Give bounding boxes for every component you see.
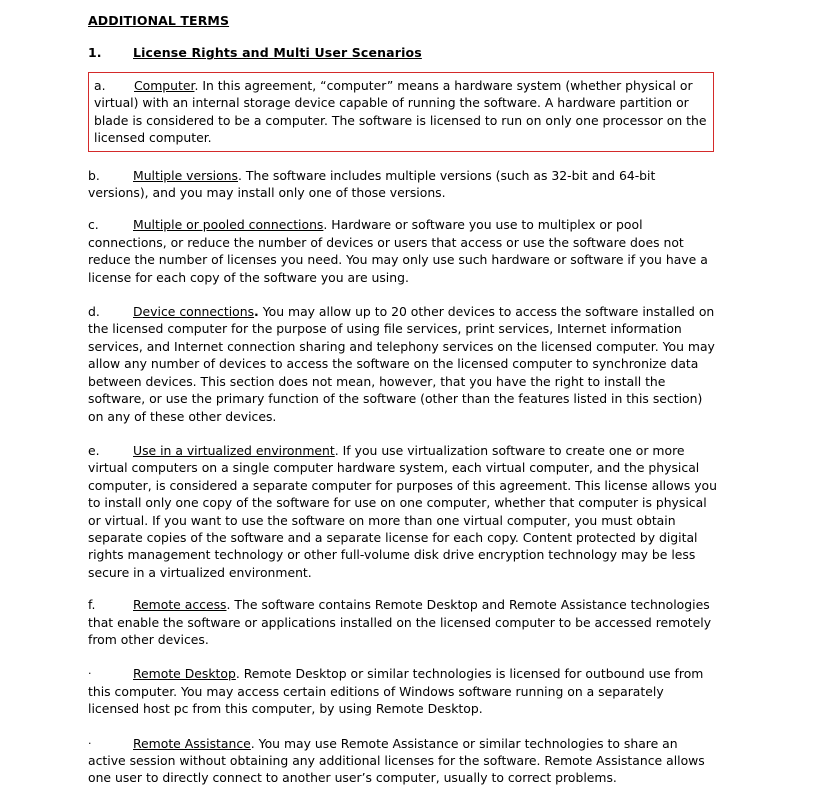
clause-remote-assistance: · Remote Assistance. You may use Remote A… <box>88 735 718 787</box>
clause-marker: a. <box>94 78 106 93</box>
clause-marker: f. <box>88 597 96 613</box>
clause-d: d. Device connections. You may allow up t… <box>88 303 718 425</box>
clause-body: If you use virtualization software to cr… <box>88 442 717 580</box>
clause-marker: c. <box>88 217 99 233</box>
clause-marker: b. <box>88 167 100 183</box>
clause-c: c. Multiple or pooled connections. Hardwa… <box>88 216 718 286</box>
clause-body: You may allow up to 20 other devices to … <box>88 304 715 424</box>
clause-remote-desktop: · Remote Desktop. Remote Desktop or simil… <box>88 665 718 717</box>
clause-f: f. Remote access. The software contains R… <box>88 596 718 648</box>
document-body: ADDITIONAL TERMS 1. License Rights and M… <box>88 0 718 787</box>
clause-term: Multiple or pooled connections <box>133 217 324 233</box>
clause-b: b. Multiple versions. The software includ… <box>88 167 718 202</box>
clause-marker: d. <box>88 304 100 320</box>
clause-marker: e. <box>88 442 100 458</box>
clause-a: a. Computer. In this agreement, “computer… <box>94 77 708 147</box>
clause-term: Remote Desktop <box>133 666 236 682</box>
clause-term: Use in a virtualized environment <box>133 442 335 458</box>
bullet-icon: · <box>88 667 92 681</box>
page-title: ADDITIONAL TERMS <box>88 13 230 28</box>
highlighted-clause-box: a. Computer. In this agreement, “computer… <box>88 72 714 152</box>
clause-term: Computer <box>134 78 195 93</box>
clause-term: Remote Assistance <box>133 735 251 751</box>
clause-term: Remote access <box>133 597 227 613</box>
clause-term: Multiple versions <box>133 167 238 183</box>
section-title: License Rights and Multi User Scenarios <box>133 45 422 60</box>
clause-e: e. Use in a virtualized environment. If y… <box>88 442 718 581</box>
section-heading: 1. License Rights and Multi User Scenari… <box>88 45 718 60</box>
clause-term: Device connections <box>133 304 255 320</box>
section-number: 1. <box>88 45 102 60</box>
bullet-icon: · <box>88 736 92 750</box>
document-page: ADDITIONAL TERMS 1. License Rights and M… <box>0 0 816 785</box>
